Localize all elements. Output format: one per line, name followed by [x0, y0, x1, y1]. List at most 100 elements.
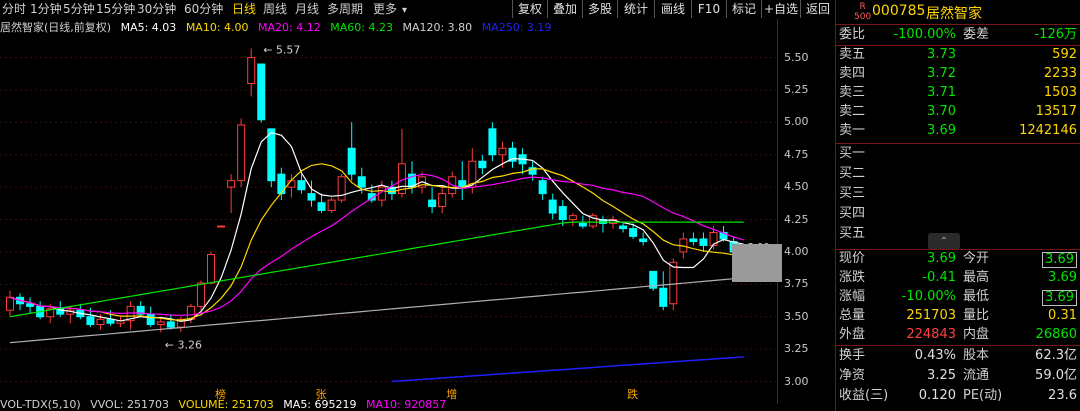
candle-up	[498, 147, 507, 156]
stat-row: 现价 3.69 今开 3.69	[836, 250, 1080, 268]
fund-label: 股本	[963, 348, 990, 363]
candle-down	[267, 128, 276, 182]
r-badge-bottom: 500	[854, 12, 872, 22]
expand-chevron-icon[interactable]: ⌃	[928, 233, 960, 250]
period-more[interactable]: 更多	[373, 1, 397, 17]
fuquan-button[interactable]: 复权	[512, 0, 547, 18]
y-tick-label: 4.00	[784, 244, 809, 258]
candle-up	[237, 124, 246, 182]
event-marker: 跌	[627, 387, 638, 401]
volume-value: VOLUME: 251703	[178, 398, 274, 411]
candle-down	[357, 176, 366, 188]
candle-up	[207, 254, 215, 284]
y-tick-label: 5.25	[784, 82, 809, 96]
candle-down	[629, 228, 638, 237]
stock-code: 000785	[872, 3, 926, 19]
stat-label: 量比	[963, 308, 990, 323]
period-toolbar: 分时 1分钟 5分钟 15分钟 30分钟 60分钟 日线 周线 月线 多周期 更…	[0, 0, 836, 19]
bid-row: 买四	[836, 205, 1080, 223]
vvol-value: VVOL: 251703	[90, 398, 170, 411]
stat-value: 3.69	[1042, 290, 1077, 306]
period-weekly[interactable]: 周线	[263, 1, 287, 17]
fund-label: 收益(三)	[839, 388, 889, 403]
period-monthly[interactable]: 月线	[295, 1, 319, 17]
period-60min[interactable]: 60分钟	[184, 1, 223, 17]
bid-label: 买四	[839, 206, 866, 221]
divider	[836, 345, 1080, 346]
candle-down	[317, 202, 326, 211]
candle-down	[548, 199, 557, 214]
fundamental-row: 净资 3.25 流通 59.0亿	[836, 367, 1080, 385]
back-button[interactable]: 返回	[800, 0, 835, 18]
draw-line-button[interactable]: 画线	[654, 0, 691, 18]
y-tick-label: 3.25	[784, 342, 809, 356]
weibi-value: -100.00%	[893, 27, 956, 42]
period-1min[interactable]: 1分钟	[30, 1, 62, 17]
ask-volume: 1242146	[1019, 123, 1077, 138]
price-axis: 5.50 5.25 5.00 4.75 4.50 4.25 4.00 3.75 3.50 3.25…	[777, 19, 835, 404]
candle-up	[438, 193, 447, 208]
mark-button[interactable]: 标记	[726, 0, 761, 18]
stat-label: 现价	[839, 251, 866, 266]
ma10-value: MA10: 4.00	[185, 21, 249, 34]
kline-chart[interactable]: ← 5.57← 3.263.99 - 3.6榜张增跌	[0, 36, 776, 404]
r-badge: R 500	[854, 2, 871, 22]
stat-value: 0.31	[1048, 308, 1077, 323]
bid-label: 买三	[839, 186, 866, 201]
ask-label: 卖四	[839, 66, 866, 81]
candle-up	[6, 296, 14, 311]
candle-up	[337, 176, 346, 201]
candle-up	[568, 215, 577, 221]
ma20-value: MA20: 4.12	[258, 21, 321, 34]
ask-price: 3.72	[927, 66, 956, 81]
ask-volume: 2233	[1043, 66, 1077, 81]
add-watchlist-button[interactable]: +自选	[761, 0, 800, 18]
y-tick-label: 3.00	[784, 374, 809, 388]
candle-down	[478, 160, 487, 169]
period-15min[interactable]: 15分钟	[96, 1, 135, 17]
fund-label: 换手	[839, 348, 866, 363]
candle-down	[257, 63, 266, 121]
stat-row: 外盘 224843 内盘 26860	[836, 326, 1080, 344]
candle-down	[538, 180, 547, 195]
stock-header: R 500 000785 居然智家	[836, 0, 1080, 25]
candle-down	[277, 173, 286, 195]
candle-down	[699, 238, 708, 246]
ask-volume: 13517	[1035, 104, 1077, 119]
ma5-value: MA5: 4.03	[120, 21, 177, 34]
candle-down	[86, 316, 95, 326]
period-daily[interactable]: 日线	[232, 1, 256, 17]
stat-label: 总量	[839, 308, 866, 323]
candle-up	[156, 321, 165, 326]
fund-value: 23.6	[1048, 388, 1077, 403]
multi-stock-button[interactable]: 多股	[582, 0, 617, 18]
period-multi[interactable]: 多周期	[327, 1, 363, 17]
candle-up	[96, 318, 105, 326]
ask-label: 卖五	[839, 47, 866, 62]
y-tick-label: 4.75	[784, 147, 809, 161]
volume-legend: VOL-TDX(5,10) VVOL: 251703 VOLUME: 25170…	[0, 399, 452, 411]
candle-down	[347, 147, 356, 175]
period-fenshi[interactable]: 分时	[2, 1, 26, 17]
y-tick-label: 5.50	[784, 50, 809, 64]
overlay-button[interactable]: 叠加	[547, 0, 582, 18]
period-5min[interactable]: 5分钟	[63, 1, 95, 17]
period-30min[interactable]: 30分钟	[137, 1, 176, 17]
f10-button[interactable]: F10	[691, 0, 726, 18]
candle-up	[227, 180, 236, 188]
chevron-down-icon[interactable]: ▾	[402, 3, 407, 19]
fundamental-row: 收益(三) 0.120 PE(动) 23.6	[836, 387, 1080, 405]
fund-value: 62.3亿	[1035, 348, 1077, 363]
bid-row: 买三	[836, 185, 1080, 203]
stat-value: 26860	[1035, 327, 1077, 342]
stat-label: 外盘	[839, 327, 866, 342]
stat-value: -0.41	[922, 270, 956, 285]
ma120-value: MA120: 3.80	[402, 21, 473, 34]
ask-volume: 592	[1052, 47, 1077, 62]
stat-row: 涨跌 -0.41 最高 3.69	[836, 269, 1080, 287]
weicha-value: -126万	[1034, 27, 1077, 42]
candle-down	[689, 238, 698, 243]
stats-button[interactable]: 统计	[617, 0, 654, 18]
ask-volume: 1503	[1043, 85, 1077, 100]
stat-row: 涨幅 -10.00% 最低 3.69	[836, 288, 1080, 306]
